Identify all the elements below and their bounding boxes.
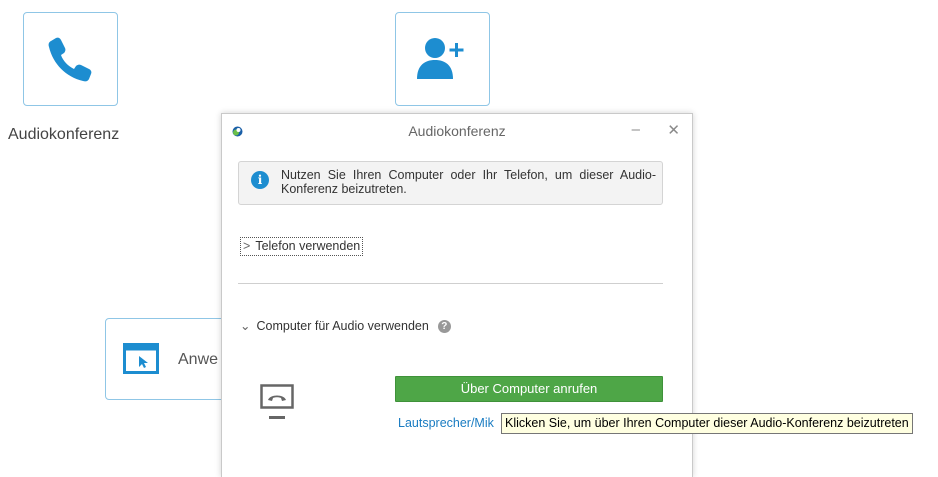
- info-icon: i: [251, 171, 269, 189]
- info-text: Nutzen Sie Ihren Computer oder Ihr Telef…: [281, 168, 656, 196]
- audio-conference-tile[interactable]: [23, 12, 118, 106]
- call-via-computer-button[interactable]: Über Computer anrufen: [395, 376, 663, 402]
- dialog-title: Audiokonferenz: [408, 123, 506, 139]
- use-phone-label: Telefon verwenden: [255, 239, 361, 253]
- application-share-caption: Anwe: [178, 351, 219, 368]
- audio-conference-caption: Audiokonferenz: [8, 126, 120, 143]
- use-computer-section-toggle[interactable]: ⌄ Computer für Audio verwenden?: [240, 318, 451, 334]
- chevron-right-icon: >: [243, 239, 251, 253]
- use-computer-label: Computer für Audio verwenden: [256, 319, 429, 333]
- invite-participant-tile[interactable]: [395, 12, 490, 106]
- minimize-button[interactable]: –: [632, 121, 640, 138]
- chevron-down-icon: ⌄: [240, 319, 251, 333]
- use-phone-section-toggle[interactable]: > Telefon verwenden: [240, 237, 364, 256]
- info-message: i Nutzen Sie Ihren Computer oder Ihr Tel…: [238, 161, 663, 205]
- section-divider: [238, 283, 663, 284]
- tooltip: Klicken Sie, um über Ihren Computer dies…: [501, 413, 913, 434]
- application-window-icon: [123, 343, 159, 374]
- add-person-icon: [417, 38, 464, 79]
- speaker-microphone-link[interactable]: Lautsprecher/Mik: [398, 416, 494, 430]
- help-icon[interactable]: ?: [437, 320, 451, 334]
- phone-icon: [48, 37, 92, 82]
- dialog-titlebar[interactable]: Audiokonferenz – ✕: [222, 114, 692, 148]
- computer-audio-icon: [260, 384, 294, 419]
- close-button[interactable]: ✕: [667, 121, 680, 139]
